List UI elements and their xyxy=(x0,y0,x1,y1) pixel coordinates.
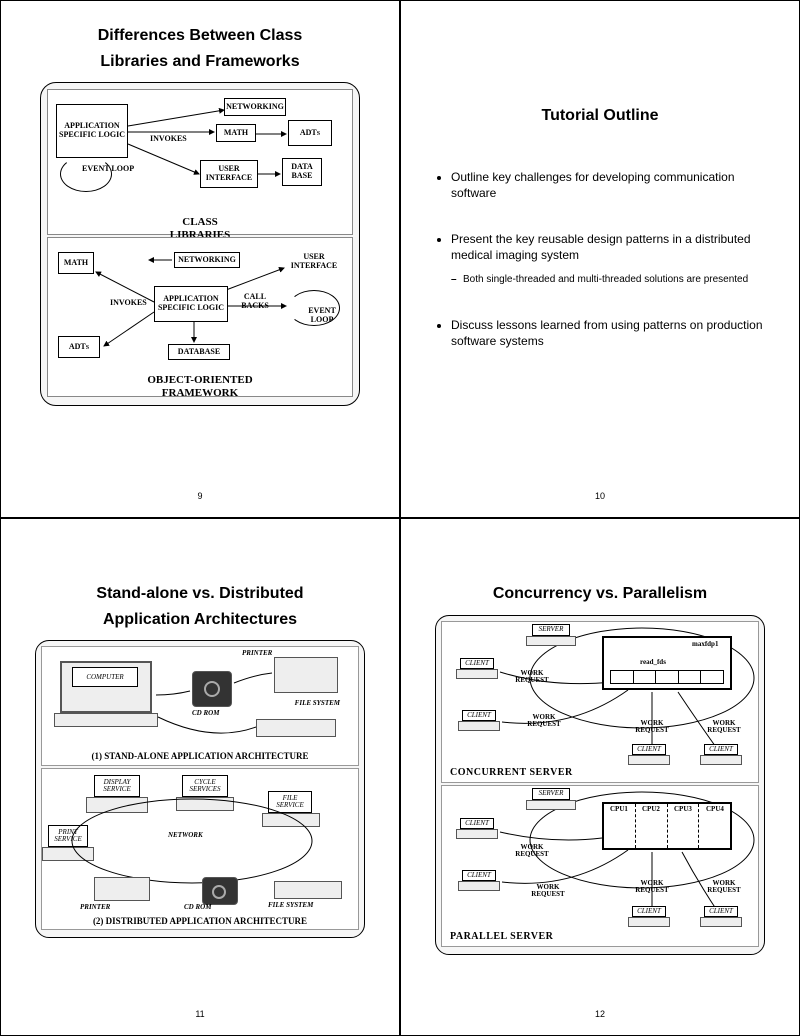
slide-10-title: Tutorial Outline xyxy=(421,103,779,129)
title-line-1: Differences Between Class xyxy=(98,27,303,44)
label-filesystem-1: FILE SYSTEM xyxy=(292,699,340,707)
box-computer: COMPUTER xyxy=(72,667,138,687)
label-ui-2: USER INTERFACE xyxy=(286,252,342,270)
box-user-interface: USER INTERFACE xyxy=(200,160,258,188)
page-number-11: 11 xyxy=(1,1009,399,1019)
box-database-2: DATABASE xyxy=(168,344,230,360)
box-math: MATH xyxy=(216,124,256,142)
slide-9: Differences Between Class Libraries and … xyxy=(0,0,400,518)
box-server-1: SERVER xyxy=(532,624,570,636)
slide-11-panel: PRINTER COMPUTER CD ROM FILE SYSTEM (1) … xyxy=(35,640,365,938)
label-work-2: WORK REQUEST xyxy=(524,714,564,728)
concurrent-server-diagram: SERVER maxfdp1 read_fds CLIENT CLIENT CL… xyxy=(441,621,759,783)
box-client-p4: CLIENT xyxy=(704,906,738,917)
slide-12-title: Concurrency vs. Parallelism xyxy=(421,581,779,607)
parallel-caption: PARALLEL SERVER xyxy=(450,931,553,942)
page-grid: Differences Between Class Libraries and … xyxy=(0,0,800,1036)
label-cpu3: CPU3 xyxy=(674,805,692,813)
label-cdrom-2: CD ROM xyxy=(184,903,211,911)
label-invokes-1: INVOKES xyxy=(150,134,187,143)
page-number-12: 12 xyxy=(401,1009,799,1019)
distributed-arch-diagram: DISPLAY SERVICE CYCLE SERVICES FILE SERV… xyxy=(41,768,359,930)
framework-caption: OBJECT-ORIENTEDFRAMEWORK xyxy=(54,374,346,400)
bullet-1: Outline key challenges for developing co… xyxy=(451,169,763,201)
label-work-3: WORK REQUEST xyxy=(632,720,672,734)
page-number-10: 10 xyxy=(401,491,799,501)
label-network: NETWORK xyxy=(168,831,203,839)
slide-10-bullets: Outline key challenges for developing co… xyxy=(421,169,779,350)
title-line-1: Stand-alone vs. Distributed xyxy=(96,585,303,602)
parallel-server-diagram: SERVER CPU1 CPU2 CPU3 CPU4 CLIENT CLIENT… xyxy=(441,785,759,947)
label-event-loop-2: EVENT LOOP xyxy=(302,306,342,324)
title-line-2: Libraries and Frameworks xyxy=(100,53,299,70)
standalone-caption: (1) STAND-ALONE APPLICATION ARCHITECTURE xyxy=(42,751,358,761)
title-line-2: Application Architectures xyxy=(103,611,297,628)
box-client-c2: CLIENT xyxy=(462,710,496,721)
label-cdrom-1: CD ROM xyxy=(192,709,219,717)
box-math-2: MATH xyxy=(58,252,94,274)
label-work-p1: WORK REQUEST xyxy=(512,844,552,858)
bullet-3: Discuss lessons learned from using patte… xyxy=(451,317,763,349)
label-printer-1: PRINTER xyxy=(242,649,272,657)
label-maxfdp1: maxfdp1 xyxy=(692,640,718,648)
box-networking-2: NETWORKING xyxy=(174,252,240,268)
box-client-c4: CLIENT xyxy=(704,744,738,755)
label-work-1: WORK REQUEST xyxy=(512,670,552,684)
bullet-2-sub-1: Both single-threaded and multi-threaded … xyxy=(451,273,763,287)
box-file-service: FILE SERVICE xyxy=(268,791,312,813)
label-work-p2: WORK REQUEST xyxy=(528,884,568,898)
label-readfds: read_fds xyxy=(640,658,666,666)
box-client-p1: CLIENT xyxy=(460,818,494,829)
label-callbacks: CALL BACKS xyxy=(236,292,274,310)
box-app-logic-2: APPLICATION SPECIFIC LOGIC xyxy=(154,286,228,322)
standalone-arch-diagram: PRINTER COMPUTER CD ROM FILE SYSTEM (1) … xyxy=(41,646,359,766)
bullet-2: Present the key reusable design patterns… xyxy=(451,231,763,287)
class-libraries-diagram: APPLICATION SPECIFIC LOGIC EVENT LOOP IN… xyxy=(47,89,353,235)
label-cpu1: CPU1 xyxy=(610,805,628,813)
slide-9-panel: APPLICATION SPECIFIC LOGIC EVENT LOOP IN… xyxy=(40,82,360,406)
slide-9-title: Differences Between Class Libraries and … xyxy=(21,23,379,74)
box-client-p3: CLIENT xyxy=(632,906,666,917)
concurrent-caption: CONCURRENT SERVER xyxy=(450,767,573,778)
box-database: DATA BASE xyxy=(282,158,322,186)
box-cycle-services: CYCLE SERVICES xyxy=(182,775,228,797)
box-print-service: PRINT SERVICE xyxy=(48,825,88,847)
slide-12: Concurrency vs. Parallelism SERVER maxfd… xyxy=(400,518,800,1036)
box-client-c3: CLIENT xyxy=(632,744,666,755)
box-app-logic: APPLICATION SPECIFIC LOGIC xyxy=(56,104,128,158)
box-client-p2: CLIENT xyxy=(462,870,496,881)
slide-10: Tutorial Outline Outline key challenges … xyxy=(400,0,800,518)
slide-11-title: Stand-alone vs. Distributed Application … xyxy=(21,581,379,632)
label-cpu2: CPU2 xyxy=(642,805,660,813)
box-client-c1: CLIENT xyxy=(460,658,494,669)
box-adts: ADTs xyxy=(288,120,332,146)
framework-diagram: MATH NETWORKING USER INTERFACE ADTs INVO… xyxy=(47,237,353,397)
box-adts-2: ADTs xyxy=(58,336,100,358)
label-invokes-2: INVOKES xyxy=(110,298,147,307)
label-work-p3: WORK REQUEST xyxy=(632,880,672,894)
box-server-2: SERVER xyxy=(532,788,570,800)
label-work-p4: WORK REQUEST xyxy=(704,880,744,894)
label-cpu4: CPU4 xyxy=(706,805,724,813)
distributed-caption: (2) DISTRIBUTED APPLICATION ARCHITECTURE xyxy=(42,916,358,926)
box-display-service: DISPLAY SERVICE xyxy=(94,775,140,797)
label-work-4: WORK REQUEST xyxy=(704,720,744,734)
bullet-2-sub: Both single-threaded and multi-threaded … xyxy=(451,273,763,287)
label-printer-2: PRINTER xyxy=(80,903,110,911)
box-networking: NETWORKING xyxy=(224,98,286,116)
slide-12-panel: SERVER maxfdp1 read_fds CLIENT CLIENT CL… xyxy=(435,615,765,955)
page-number-9: 9 xyxy=(1,491,399,501)
slide-11: Stand-alone vs. Distributed Application … xyxy=(0,518,400,1036)
label-filesystem-2: FILE SYSTEM xyxy=(268,901,313,909)
